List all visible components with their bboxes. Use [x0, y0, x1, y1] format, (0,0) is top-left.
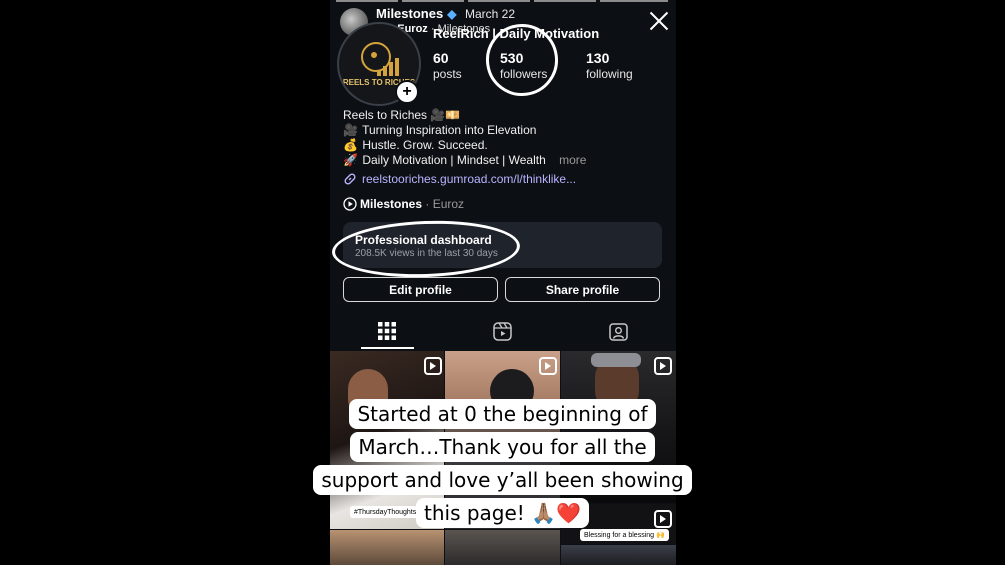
- camera-icon: 🎥: [343, 123, 358, 137]
- money-bag-icon: 💰: [343, 138, 358, 152]
- grid-post-thumbnail[interactable]: [561, 545, 676, 565]
- share-profile-button[interactable]: Share profile: [505, 277, 660, 302]
- story-progress-bar: [336, 0, 398, 2]
- diamond-icon: ◆: [447, 7, 457, 21]
- story-caption-line: support and love y’all been showing: [0, 465, 1005, 495]
- post-caption-label: Blessing for a blessing 🙌: [580, 529, 669, 541]
- bio-name: Reels to Riches 🎥💴: [343, 108, 461, 122]
- reel-badge-icon: [424, 357, 442, 375]
- profile-music[interactable]: Milestones · Euroz: [343, 197, 464, 211]
- profile-music-artist: Euroz: [432, 197, 465, 211]
- story-caption-line: this page! 🙏🏽❤️: [0, 498, 1005, 528]
- story-progress-bar: [534, 0, 596, 2]
- grid-icon[interactable]: [378, 322, 396, 345]
- bio-line-text: Hustle. Grow. Succeed.: [362, 138, 488, 152]
- reels-icon[interactable]: [493, 322, 512, 346]
- following-count: 130: [586, 50, 610, 66]
- close-icon[interactable]: [647, 9, 671, 33]
- tagged-icon[interactable]: [609, 322, 628, 346]
- posts-count: 60: [433, 50, 449, 66]
- story-caption-line: Started at 0 the beginning of: [0, 399, 1005, 429]
- profile-link[interactable]: reelstooriches.gumroad.com/l/thinklike..…: [343, 172, 576, 186]
- story-caption-text: March…Thank you for all the: [350, 432, 655, 462]
- bio-line: 🚀 Daily Motivation | Mindset | Wealth mo…: [343, 153, 586, 167]
- grid-post-thumbnail[interactable]: [330, 530, 444, 565]
- bio-line-text: Daily Motivation | Mindset | Wealth: [362, 153, 546, 167]
- story-progress-bar: [600, 0, 668, 2]
- posts-stat[interactable]: 60 posts: [433, 50, 462, 81]
- reel-badge-icon: [539, 357, 557, 375]
- rocket-icon: 🚀: [343, 153, 358, 167]
- story-date: March 22: [465, 7, 516, 21]
- growth-bars-icon: [377, 58, 401, 76]
- profile-link-text: reelstooriches.gumroad.com/l/thinklike..…: [362, 172, 577, 186]
- link-icon: [344, 173, 356, 185]
- reel-badge-icon: [654, 357, 672, 375]
- active-tab-indicator: [361, 347, 414, 349]
- story-caption-line: March…Thank you for all the: [0, 432, 1005, 462]
- bio-more-link[interactable]: more: [559, 153, 586, 167]
- story-caption-text: support and love y’all been showing: [313, 465, 692, 495]
- story-progress-bar: [402, 0, 464, 2]
- play-circle-icon: [343, 197, 357, 211]
- story-progress-bar: [468, 0, 530, 2]
- story-caption-text: this page! 🙏🏽❤️: [416, 498, 589, 528]
- story-username-text: Milestones: [376, 6, 444, 21]
- add-story-icon[interactable]: +: [395, 80, 419, 104]
- profile-music-title: Milestones: [360, 197, 423, 211]
- edit-profile-button[interactable]: Edit profile: [343, 277, 498, 302]
- story-caption-text: Started at 0 the beginning of: [349, 399, 656, 429]
- following-stat[interactable]: 130 following: [586, 50, 633, 81]
- grid-post-thumbnail[interactable]: [445, 530, 560, 565]
- posts-label: posts: [433, 67, 462, 81]
- bio-line: 💰 Hustle. Grow. Succeed.: [343, 138, 488, 152]
- bio-line-text: Turning Inspiration into Elevation: [362, 123, 537, 137]
- following-label: following: [586, 67, 633, 81]
- story-username[interactable]: Milestones ◆: [376, 6, 456, 21]
- bio-line: 🎥 Turning Inspiration into Elevation: [343, 123, 536, 137]
- profile-music-separator: ·: [425, 197, 433, 211]
